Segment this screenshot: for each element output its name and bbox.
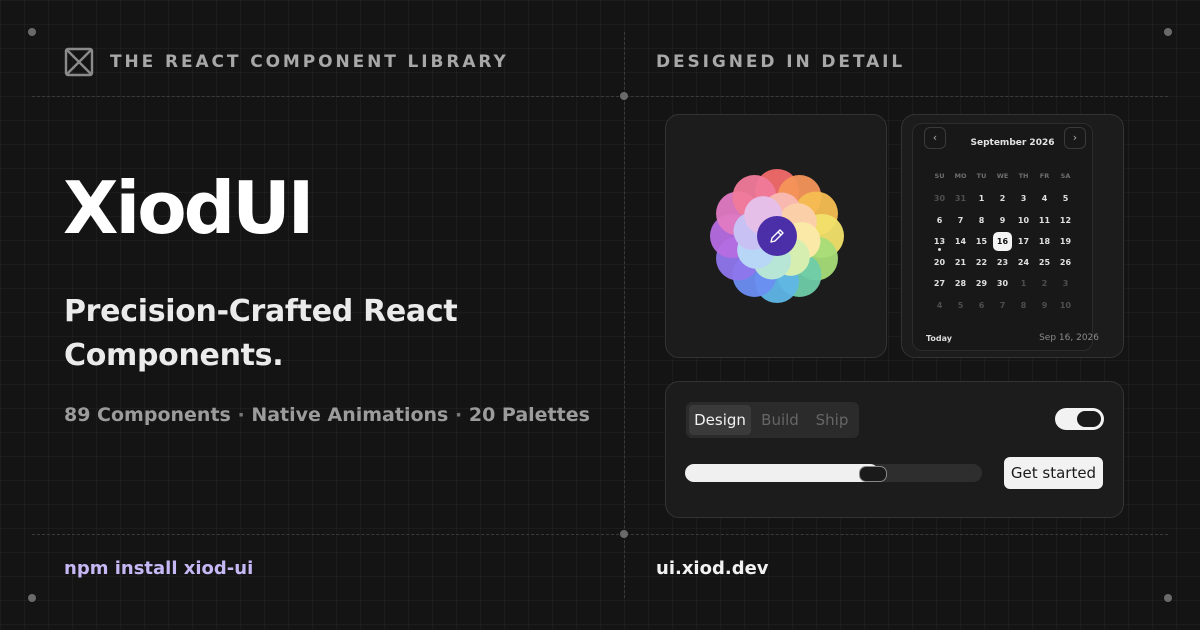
top-divider: [32, 96, 1168, 97]
calendar-day[interactable]: 9: [1034, 295, 1055, 316]
calendar-card: ‹ › September 2026 SU MO TU WE TH FR SA 30 31 1 2 3…: [901, 114, 1124, 358]
segmented-control: Design Build Ship: [686, 402, 859, 438]
calendar-day[interactable]: 3: [1055, 273, 1076, 294]
calendar-day[interactable]: 8: [971, 210, 992, 231]
feature-item: 89 Components: [64, 404, 231, 426]
toggle-switch[interactable]: [1055, 408, 1104, 430]
calendar-day[interactable]: 7: [992, 295, 1013, 316]
calendar-day[interactable]: 23: [992, 252, 1013, 273]
calendar-day[interactable]: 26: [1055, 252, 1076, 273]
calendar-day[interactable]: 28: [950, 273, 971, 294]
calendar-day[interactable]: 11: [1034, 210, 1055, 231]
calendar-day[interactable]: 8: [1013, 295, 1034, 316]
slider[interactable]: [685, 464, 982, 482]
calendar-day[interactable]: 4: [929, 295, 950, 316]
calendar-day[interactable]: 10: [1055, 295, 1076, 316]
calendar-grid: SU MO TU WE TH FR SA 30 31 1 2 3 4 5 6 7 8 9 10 11 12 13 14 15 1…: [929, 167, 1076, 316]
get-started-button[interactable]: Get started: [1004, 457, 1103, 489]
install-command: npm install xiod-ui: [64, 558, 254, 579]
calendar-month: September 2026: [970, 138, 1055, 148]
corner-dot: [1164, 28, 1172, 36]
corner-dot: [28, 594, 36, 602]
calendar-day[interactable]: 22: [971, 252, 992, 273]
header-eyebrow: THE REACT COMPONENT LIBRARY: [110, 52, 509, 72]
tab-ship[interactable]: Ship: [808, 405, 856, 435]
calendar-day[interactable]: 1: [971, 188, 992, 209]
separator: ·: [237, 404, 245, 426]
calendar-day[interactable]: 30: [929, 188, 950, 209]
center-divider: [624, 32, 625, 598]
slider-fill: [685, 464, 879, 482]
calendar-day[interactable]: 27: [929, 273, 950, 294]
bottom-divider: [32, 534, 1168, 535]
calendar-day[interactable]: 3: [1013, 188, 1034, 209]
calendar-day[interactable]: 15: [971, 231, 992, 252]
calendar-day[interactable]: 2: [992, 188, 1013, 209]
tagline: Precision-Crafted React Components.: [64, 294, 458, 373]
calendar-day[interactable]: 18: [1034, 231, 1055, 252]
calendar-day[interactable]: 14: [950, 231, 971, 252]
weekday-label: TH: [1018, 172, 1029, 180]
separator: ·: [455, 404, 463, 426]
weekday-label: FR: [1039, 172, 1050, 180]
corner-dot: [1164, 594, 1172, 602]
calendar-day[interactable]: 6: [971, 295, 992, 316]
tab-build[interactable]: Build: [754, 405, 806, 435]
brand-title: XiodUI: [63, 166, 314, 250]
calendar-day[interactable]: 1: [1013, 273, 1034, 294]
color-picker-card: [665, 114, 887, 358]
calendar-day[interactable]: 13: [929, 231, 950, 252]
weekday-label: SU: [934, 172, 945, 180]
calendar-day[interactable]: 4: [1034, 188, 1055, 209]
calendar-day[interactable]: 17: [1013, 231, 1034, 252]
calendar-day[interactable]: 9: [992, 210, 1013, 231]
calendar-day[interactable]: 29: [971, 273, 992, 294]
calendar-day[interactable]: 10: [1013, 210, 1034, 231]
selected-date: Sep 16, 2026: [1039, 333, 1099, 343]
site-url[interactable]: ui.xiod.dev: [656, 558, 769, 579]
calendar-day[interactable]: 20: [929, 252, 950, 273]
color-wheel[interactable]: [666, 115, 886, 357]
controls-card: Design Build Ship Get started: [665, 381, 1124, 518]
feature-item: 20 Palettes: [468, 404, 590, 426]
calendar-day[interactable]: 30: [992, 273, 1013, 294]
calendar-day[interactable]: 6: [929, 210, 950, 231]
calendar-day[interactable]: 31: [950, 188, 971, 209]
today-button[interactable]: Today: [926, 334, 952, 343]
calendar-day[interactable]: 19: [1055, 231, 1076, 252]
calendar-day-selected[interactable]: 16: [993, 231, 1012, 252]
calendar-day[interactable]: 12: [1055, 210, 1076, 231]
xiod-logo-icon: [64, 47, 94, 77]
header-left: THE REACT COMPONENT LIBRARY: [64, 47, 509, 77]
calendar-day[interactable]: 24: [1013, 252, 1034, 273]
calendar-day[interactable]: 7: [950, 210, 971, 231]
weekday-label: WE: [996, 172, 1009, 180]
junction-dot: [620, 530, 628, 538]
feature-item: Native Animations: [251, 404, 449, 426]
corner-dot: [28, 28, 36, 36]
junction-dot: [620, 92, 628, 100]
feature-list: 89 Components · Native Animations · 20 P…: [64, 404, 590, 426]
weekday-label: MO: [954, 172, 967, 180]
section-eyebrow: DESIGNED IN DETAIL: [656, 52, 906, 72]
calendar-day[interactable]: 5: [950, 295, 971, 316]
pencil-button[interactable]: [757, 216, 797, 256]
tab-design[interactable]: Design: [689, 405, 751, 435]
calendar-day[interactable]: 21: [950, 252, 971, 273]
slider-handle[interactable]: [859, 466, 887, 482]
weekday-label: SA: [1060, 172, 1071, 180]
calendar-day[interactable]: 25: [1034, 252, 1055, 273]
calendar-day[interactable]: 5: [1055, 188, 1076, 209]
weekday-label: TU: [976, 172, 987, 180]
calendar-day[interactable]: 2: [1034, 273, 1055, 294]
toggle-knob: [1077, 411, 1101, 427]
